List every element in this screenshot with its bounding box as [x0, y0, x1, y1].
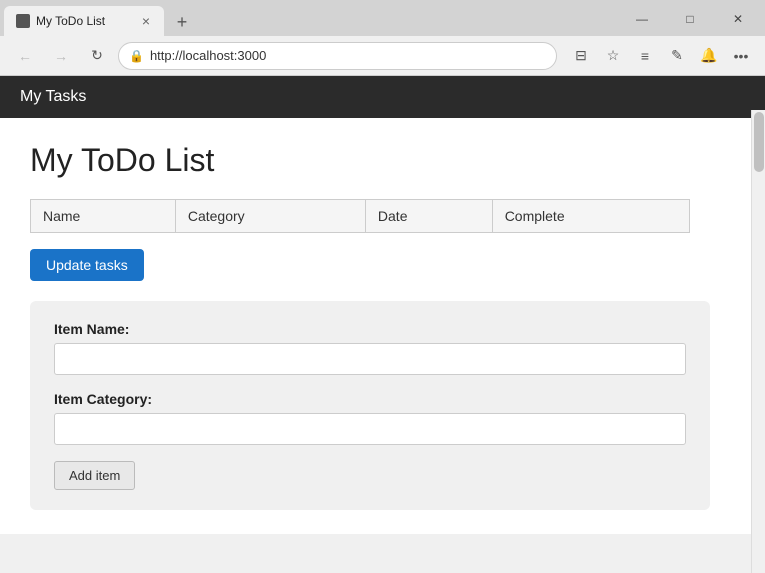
page-title: My ToDo List [30, 142, 735, 179]
item-category-label: Item Category: [54, 391, 686, 407]
app-header-title: My Tasks [20, 88, 86, 105]
table-header-row: Name Category Date Complete [31, 200, 690, 233]
active-tab[interactable]: My ToDo List × [4, 6, 164, 36]
tab-favicon [16, 14, 30, 28]
tab-title: My ToDo List [36, 14, 105, 28]
refresh-button[interactable]: ↻ [82, 42, 112, 70]
browser-chrome: My ToDo List × + — □ ✕ ← → ↻ 🔒 http://lo… [0, 0, 765, 76]
url-text: http://localhost:3000 [150, 48, 266, 63]
reading-mode-icon[interactable]: ⊟ [567, 42, 595, 70]
add-item-button[interactable]: Add item [54, 461, 135, 490]
update-tasks-button[interactable]: Update tasks [30, 249, 144, 281]
url-bar[interactable]: 🔒 http://localhost:3000 [118, 42, 557, 70]
window-controls: — □ ✕ [619, 2, 761, 36]
back-button[interactable]: ← [10, 42, 40, 70]
app-header: My Tasks [0, 76, 765, 118]
edit-icon[interactable]: ✎ [663, 42, 691, 70]
col-complete: Complete [492, 200, 689, 233]
item-name-input[interactable] [54, 343, 686, 375]
tab-bar: My ToDo List × + — □ ✕ [0, 0, 765, 36]
menu-icon[interactable]: ≡ [631, 42, 659, 70]
col-category: Category [175, 200, 365, 233]
forward-button[interactable]: → [46, 42, 76, 70]
task-table: Name Category Date Complete [30, 199, 690, 233]
address-bar: ← → ↻ 🔒 http://localhost:3000 ⊟ ☆ ≡ ✎ 🔔 … [0, 36, 765, 76]
col-name: Name [31, 200, 176, 233]
notifications-icon[interactable]: 🔔 [695, 42, 723, 70]
tab-close-button[interactable]: × [140, 14, 152, 28]
more-options-icon[interactable]: ••• [727, 42, 755, 70]
item-name-label: Item Name: [54, 321, 686, 337]
favorites-icon[interactable]: ☆ [599, 42, 627, 70]
add-item-form: Item Name: Item Category: Add item [30, 301, 710, 510]
scrollbar-thumb[interactable] [754, 112, 764, 172]
new-tab-button[interactable]: + [168, 8, 196, 36]
scrollbar[interactable] [751, 110, 765, 573]
item-category-input[interactable] [54, 413, 686, 445]
toolbar-icons: ⊟ ☆ ≡ ✎ 🔔 ••• [567, 42, 755, 70]
lock-icon: 🔒 [129, 49, 144, 63]
col-date: Date [365, 200, 492, 233]
maximize-button[interactable]: □ [667, 2, 713, 36]
close-button[interactable]: ✕ [715, 2, 761, 36]
app-content: My ToDo List Name Category Date Complete… [0, 118, 765, 534]
minimize-button[interactable]: — [619, 2, 665, 36]
